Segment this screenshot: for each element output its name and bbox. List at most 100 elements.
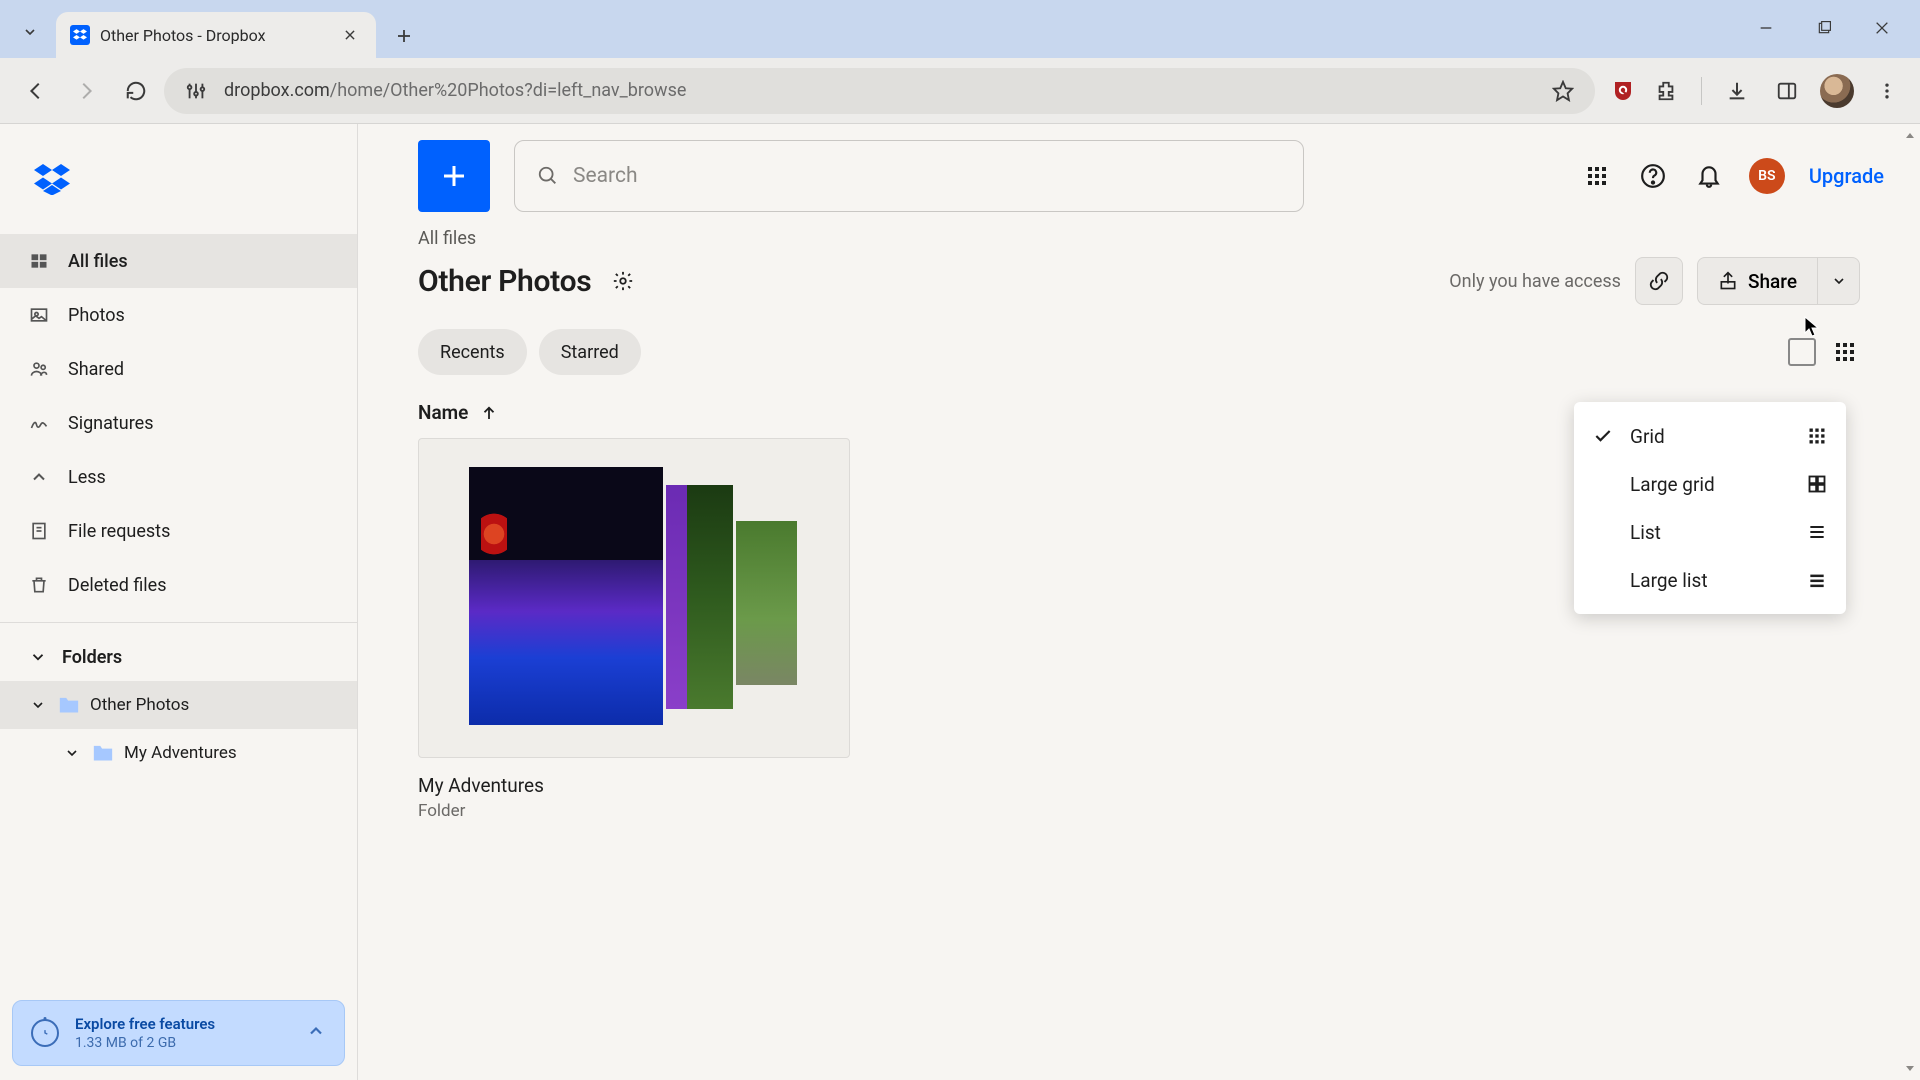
search-input[interactable]: Search: [514, 140, 1304, 212]
sidebar-folder-other-photos[interactable]: Other Photos: [0, 681, 357, 729]
help-icon[interactable]: [1637, 160, 1669, 192]
folder-tile[interactable]: My Adventures Folder: [418, 438, 850, 821]
storage-title: Explore free features: [75, 1015, 215, 1033]
reload-button[interactable]: [114, 69, 158, 113]
main-content: Search BS Upgrade All files Other Photos…: [358, 124, 1920, 1080]
profile-avatar[interactable]: [1818, 72, 1856, 110]
folder-settings-button[interactable]: [609, 267, 637, 295]
folder-preview: [418, 438, 850, 758]
sidebar-item-less[interactable]: Less: [0, 450, 357, 504]
view-option-label: Large list: [1630, 569, 1708, 592]
browser-chrome: Other Photos - Dropbox dropbox.com/home/…: [0, 0, 1920, 124]
select-all-checkbox[interactable]: [1788, 338, 1816, 366]
signature-icon: [28, 412, 50, 434]
toolbar-separator: [1701, 77, 1702, 105]
browser-toolbar-right: [1601, 72, 1906, 110]
sidebar-folder-my-adventures[interactable]: My Adventures: [0, 729, 357, 777]
storage-text: Explore free features 1.33 MB of 2 GB: [75, 1015, 215, 1051]
sidebar-item-file-requests[interactable]: File requests: [0, 504, 357, 558]
breadcrumb[interactable]: All files: [418, 228, 1860, 249]
scrollbar[interactable]: [1900, 124, 1920, 1080]
ublock-icon[interactable]: [1611, 79, 1635, 103]
scroll-up-icon[interactable]: [1902, 128, 1918, 144]
url-text: dropbox.com/home/Other%20Photos?di=left_…: [224, 80, 1535, 101]
view-option-large-list[interactable]: Large list: [1574, 556, 1846, 604]
scroll-down-icon[interactable]: [1902, 1060, 1918, 1076]
share-button[interactable]: Share: [1697, 257, 1818, 305]
chevron-down-icon: [28, 695, 48, 715]
chevron-down-icon: [62, 743, 82, 763]
sidebar-item-signatures[interactable]: Signatures: [0, 396, 357, 450]
app-topbar: Search BS Upgrade: [358, 124, 1920, 228]
sidebar-item-shared[interactable]: Shared: [0, 342, 357, 396]
tile-name: My Adventures: [418, 774, 850, 797]
tab-close-button[interactable]: [338, 23, 362, 47]
sidebar-item-label: Deleted files: [68, 575, 167, 596]
back-button[interactable]: [14, 69, 58, 113]
address-bar[interactable]: dropbox.com/home/Other%20Photos?di=left_…: [164, 68, 1595, 114]
list-icon: [1806, 521, 1828, 543]
browser-tab-active[interactable]: Other Photos - Dropbox: [56, 12, 376, 58]
storage-promo[interactable]: Explore free features 1.33 MB of 2 GB: [12, 1000, 345, 1066]
extensions-icon[interactable]: [1647, 72, 1685, 110]
sidebar-item-label: Signatures: [68, 413, 153, 434]
sidebar-item-label: Shared: [68, 359, 124, 380]
dropbox-logo[interactable]: [0, 124, 357, 234]
downloads-icon[interactable]: [1718, 72, 1756, 110]
sidebar-item-label: Photos: [68, 305, 125, 326]
upgrade-link[interactable]: Upgrade: [1809, 164, 1884, 188]
sidebar-item-photos[interactable]: Photos: [0, 288, 357, 342]
sidebar-item-deleted-files[interactable]: Deleted files: [0, 558, 357, 612]
window-minimize-button[interactable]: [1746, 8, 1786, 48]
folder-label: Other Photos: [90, 695, 189, 715]
sidebar-folders-header[interactable]: Folders: [0, 633, 357, 681]
create-button[interactable]: [418, 140, 490, 212]
large-grid-icon: [1806, 473, 1828, 495]
new-tab-button[interactable]: [386, 18, 422, 54]
chevron-up-icon: [28, 466, 50, 488]
grid-icon: [1806, 425, 1828, 447]
tab-search-button[interactable]: [10, 12, 50, 52]
notifications-icon[interactable]: [1693, 160, 1725, 192]
sidebar-item-label: File requests: [68, 521, 170, 542]
forward-button[interactable]: [64, 69, 108, 113]
mouse-cursor: [1804, 316, 1820, 338]
folder-icon: [58, 696, 80, 714]
browser-toolbar: dropbox.com/home/Other%20Photos?di=left_…: [0, 58, 1920, 124]
view-option-label: List: [1630, 521, 1661, 544]
view-option-large-grid[interactable]: Large grid: [1574, 460, 1846, 508]
filter-starred[interactable]: Starred: [539, 329, 641, 375]
view-toggle-button[interactable]: [1830, 337, 1860, 367]
storage-usage: 1.33 MB of 2 GB: [75, 1035, 215, 1051]
account-avatar[interactable]: BS: [1749, 158, 1785, 194]
sidebar-separator: [0, 622, 357, 623]
share-label: Share: [1748, 270, 1797, 293]
view-option-label: Large grid: [1630, 473, 1715, 496]
view-option-grid[interactable]: Grid: [1574, 412, 1846, 460]
window-maximize-button[interactable]: [1804, 8, 1844, 48]
page-title: Other Photos: [418, 264, 591, 299]
chrome-menu-icon[interactable]: [1868, 72, 1906, 110]
browser-tabstrip: Other Photos - Dropbox: [0, 0, 1920, 58]
window-close-button[interactable]: [1862, 8, 1902, 48]
chevron-down-icon: [28, 647, 48, 667]
share-menu-caret[interactable]: [1818, 257, 1860, 305]
filter-recents[interactable]: Recents: [418, 329, 527, 375]
clock-icon: [31, 1019, 59, 1047]
sort-ascending-icon: [480, 404, 498, 422]
sidebar-item-all-files[interactable]: All files: [0, 234, 357, 288]
apps-grid-icon[interactable]: [1581, 160, 1613, 192]
folder-icon: [92, 744, 114, 762]
page-header-right: Only you have access Share: [1449, 257, 1860, 305]
checkmark-icon: [1592, 426, 1614, 446]
view-option-list[interactable]: List: [1574, 508, 1846, 556]
shared-icon: [28, 358, 50, 380]
sidepanel-icon[interactable]: [1768, 72, 1806, 110]
sidebar: All files Photos Shared Signatures Less …: [0, 124, 358, 1080]
window-controls: [1746, 8, 1920, 58]
bookmark-star-icon[interactable]: [1549, 77, 1577, 105]
copy-link-button[interactable]: [1635, 257, 1683, 305]
site-settings-icon[interactable]: [182, 77, 210, 105]
trash-icon: [28, 574, 50, 596]
chevron-up-icon[interactable]: [306, 1021, 326, 1045]
